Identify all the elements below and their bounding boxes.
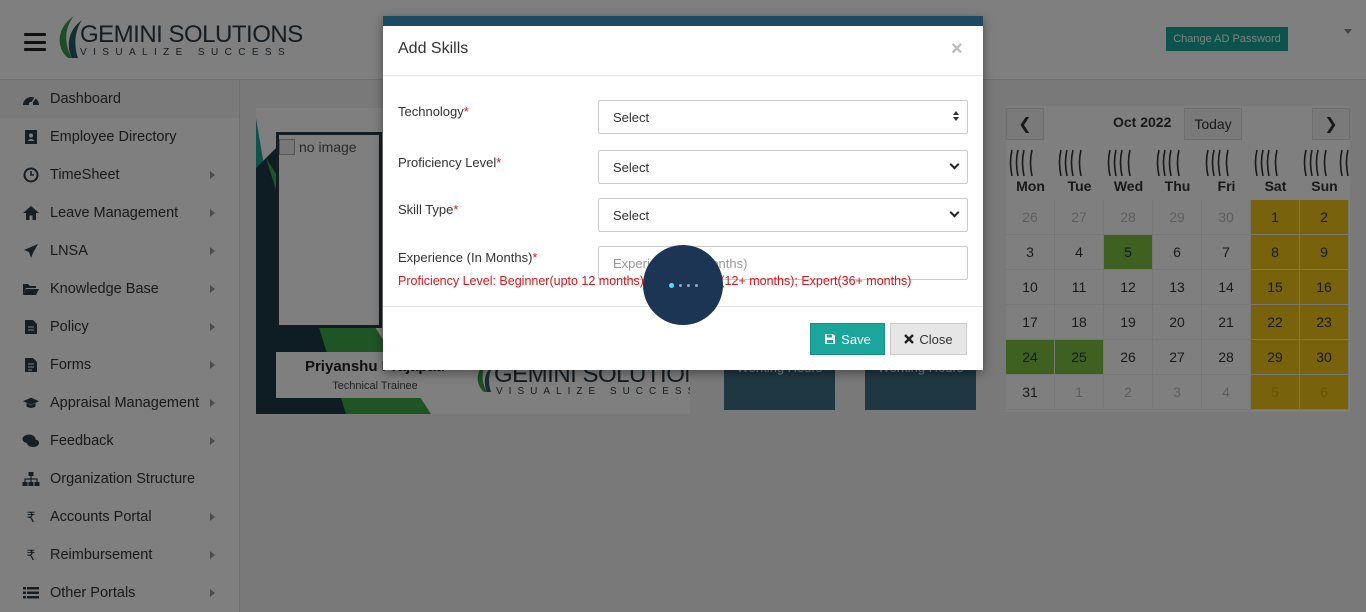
chevron-down-icon [949, 159, 960, 170]
save-icon [825, 334, 836, 344]
loader-dot [694, 283, 698, 287]
skill-type-row: Skill Type* Select [398, 198, 968, 234]
save-button[interactable]: Save [810, 323, 885, 355]
close-button[interactable]: Close [890, 323, 967, 355]
technology-select[interactable]: Select [598, 100, 968, 134]
technology-label: Technology* [398, 104, 469, 119]
technology-row: Technology* Select [398, 100, 968, 136]
select-updown-icon [953, 111, 959, 121]
modal-title: Add Skills [398, 40, 469, 57]
proficiency-row: Proficiency Level* Select [398, 150, 968, 186]
proficiency-select-value: Select [613, 159, 650, 175]
times-icon [904, 334, 915, 344]
experience-label: Experience (In Months)* [398, 250, 538, 265]
loading-spinner [643, 245, 723, 325]
chevron-down-icon [949, 207, 960, 218]
save-button-label: Save [841, 331, 871, 347]
skill-type-label: Skill Type* [398, 202, 459, 217]
skill-type-select[interactable]: Select [598, 198, 968, 232]
proficiency-label: Proficiency Level* [398, 155, 502, 170]
skill-type-select-value: Select [613, 207, 650, 223]
technology-select-value: Select [613, 109, 650, 125]
close-icon[interactable]: × [951, 38, 963, 61]
loader-dot [686, 283, 690, 287]
modal-header: Add Skills × [383, 26, 983, 76]
close-button-label: Close [919, 331, 953, 347]
proficiency-select[interactable]: Select [598, 150, 968, 184]
loader-dot [678, 283, 682, 287]
loader-dot [668, 282, 674, 288]
